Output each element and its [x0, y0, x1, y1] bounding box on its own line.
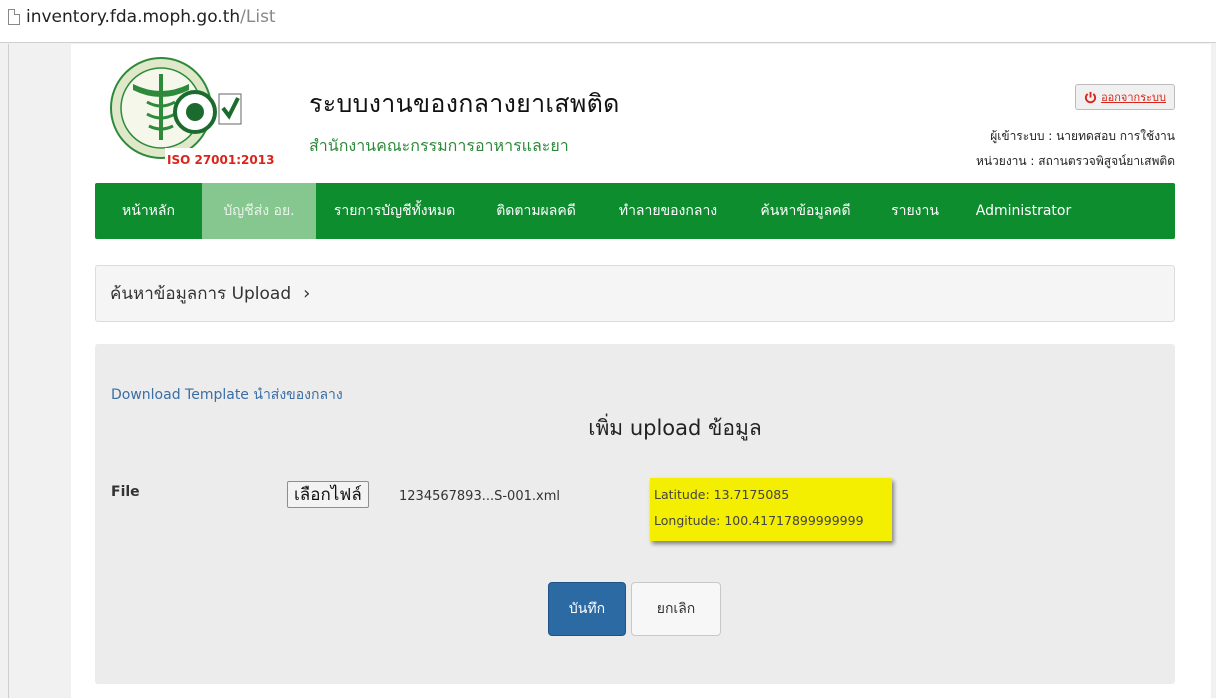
- logout-button[interactable]: ออกจากระบบ: [1075, 84, 1175, 110]
- choose-file-button[interactable]: เลือกไฟล์: [287, 481, 369, 508]
- nav-item-case-tracking[interactable]: ติดตามผลคดี: [473, 183, 599, 239]
- search-upload-label: ค้นหาข้อมูลการ Upload: [110, 284, 292, 304]
- geolocation-box: Latitude: 13.7175085 Longitude: 100.4171…: [650, 478, 892, 541]
- iso-caption: ISO 27001:2013: [167, 153, 274, 167]
- upload-panel: Download Template นำส่งของกลาง เพิ่ม upl…: [95, 344, 1175, 684]
- nav-item-reports[interactable]: รายงาน: [874, 183, 956, 239]
- save-button[interactable]: บันทึก: [548, 582, 626, 636]
- download-template-link[interactable]: Download Template นำส่งของกลาง: [111, 384, 343, 406]
- nav-item-administrator[interactable]: Administrator: [956, 183, 1091, 239]
- search-upload-accordion[interactable]: ค้นหาข้อมูลการ Upload ›: [95, 265, 1175, 322]
- nav-item-all-lists[interactable]: รายการบัญชีทั้งหมด: [316, 183, 473, 239]
- logged-in-user: ผู้เข้าระบบ : นายทดสอบ การใช้งาน: [990, 129, 1175, 143]
- page-icon: [8, 9, 20, 25]
- page-container: ISO 27001:2013 ระบบงานของกลางยาเสพติด สำ…: [71, 44, 1211, 698]
- site-title: ระบบงานของกลางยาเสพติด: [309, 89, 620, 118]
- browser-viewport: ISO 27001:2013 ระบบงานของกลางยาเสพติด สำ…: [8, 44, 1216, 698]
- url-host: inventory.fda.moph.go.th: [26, 7, 241, 27]
- user-unit: หน่วยงาน : สถานตรวจพิสูจน์ยาเสพติด: [975, 154, 1175, 168]
- file-label: File: [111, 484, 140, 500]
- nav-item-send-fda[interactable]: บัญชีส่ง อย.: [202, 183, 316, 239]
- latitude-text: Latitude: 13.7175085: [654, 487, 790, 502]
- cancel-button[interactable]: ยกเลิก: [631, 582, 721, 636]
- longitude-text: Longitude: 100.41717899999999: [654, 513, 864, 528]
- upload-title: เพิ่ม upload ข้อมูล: [588, 416, 762, 440]
- nav-item-destroy-evidence[interactable]: ทำลายของกลาง: [599, 183, 737, 239]
- logout-label: ออกจากระบบ: [1101, 91, 1166, 104]
- url-path: /List: [240, 7, 276, 27]
- browser-address-bar[interactable]: inventory.fda.moph.go.th/List: [0, 0, 1216, 43]
- fda-logo-icon: ISO 27001:2013: [110, 57, 283, 168]
- nav-item-home[interactable]: หน้าหลัก: [95, 183, 202, 239]
- selected-file-name: 1234567893...S-001.xml: [399, 489, 560, 504]
- user-info: ผู้เข้าระบบ : นายทดสอบ การใช้งาน หน่วยงา…: [976, 124, 1175, 174]
- power-icon: [1085, 91, 1097, 103]
- nav-item-case-search[interactable]: ค้นหาข้อมูลคดี: [737, 183, 874, 239]
- chevron-right-icon: ›: [303, 283, 311, 304]
- url-text[interactable]: inventory.fda.moph.go.th/List: [26, 7, 276, 27]
- site-subtitle: สำนักงานคณะกรรมการอาหารและยา: [309, 136, 569, 155]
- main-nav: หน้าหลัก บัญชีส่ง อย. รายการบัญชีทั้งหมด…: [95, 183, 1175, 239]
